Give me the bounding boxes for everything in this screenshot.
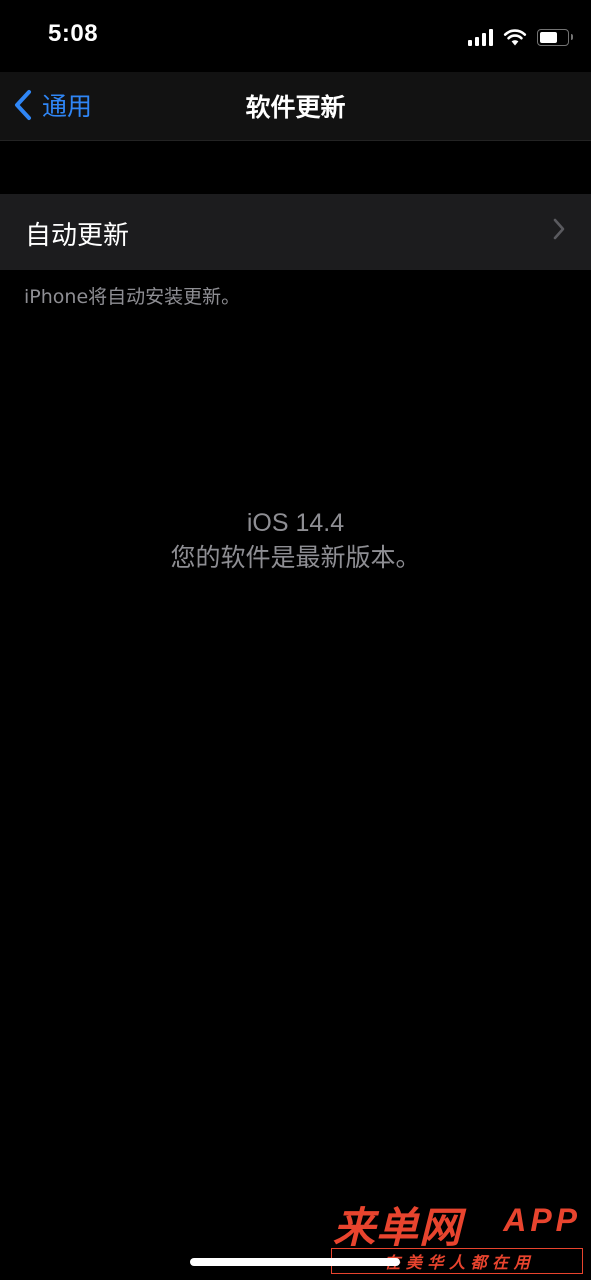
auto-update-row[interactable]: 自动更新 [0, 194, 591, 270]
wifi-icon [503, 29, 527, 46]
cellular-signal-icon [468, 28, 493, 46]
version-name: iOS 14.4 [246, 509, 345, 537]
navigation-bar: 通用 软件更新 [0, 72, 591, 141]
auto-update-label: 自动更新 [25, 221, 130, 251]
battery-icon [537, 28, 573, 46]
battery-level [540, 31, 557, 43]
chevron-right-icon [553, 218, 565, 240]
status-time: 5:08 [48, 20, 99, 47]
watermark-logo-text: 来单网 [333, 1203, 463, 1252]
page-title: 软件更新 [245, 93, 346, 122]
auto-update-footer-note: iPhone将自动安装更新。 [24, 286, 241, 308]
home-indicator[interactable] [190, 1258, 400, 1266]
status-icons [468, 26, 573, 48]
watermark-logo-suffix: APP [503, 1202, 581, 1238]
status-bar: 5:08 [0, 0, 591, 72]
version-status: 您的软件是最新版本。 [170, 543, 421, 572]
settings-group: 自动更新 [0, 194, 591, 270]
version-info: iOS 14.4 您的软件是最新版本。 [0, 506, 591, 576]
